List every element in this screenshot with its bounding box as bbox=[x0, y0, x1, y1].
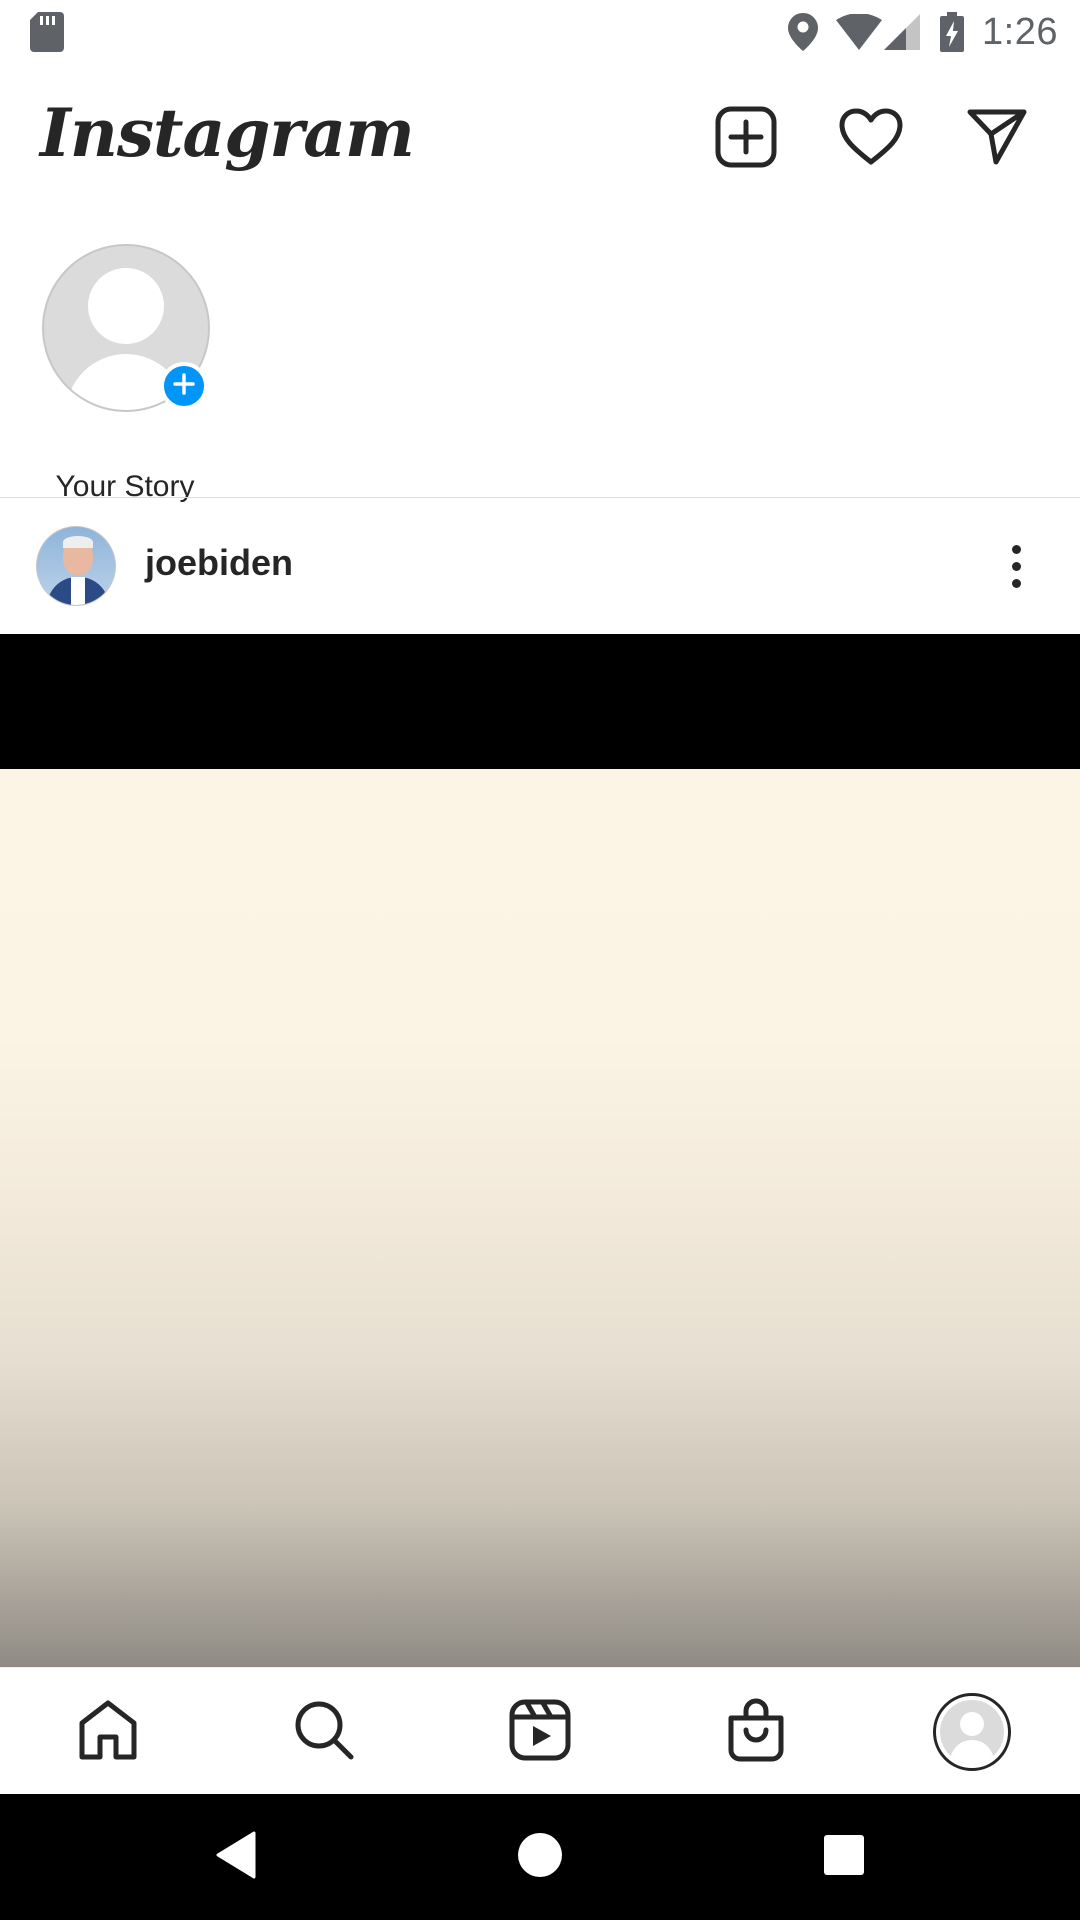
heart-icon bbox=[839, 108, 903, 171]
stories-tray: Your Story bbox=[0, 210, 1080, 503]
nav-profile-button[interactable] bbox=[932, 1692, 1012, 1772]
search-icon bbox=[293, 1699, 355, 1766]
wifi-icon bbox=[836, 14, 883, 50]
nav-reels-button[interactable] bbox=[500, 1692, 580, 1772]
post-image[interactable] bbox=[0, 769, 1080, 1667]
new-post-button[interactable] bbox=[711, 104, 781, 174]
instagram-logo[interactable]: Instagram bbox=[40, 94, 415, 172]
post-username[interactable]: joebiden bbox=[145, 542, 293, 584]
profile-icon bbox=[933, 1693, 1011, 1771]
post-author-avatar[interactable] bbox=[36, 526, 116, 606]
nav-shop-button[interactable] bbox=[716, 1692, 796, 1772]
app-header: Instagram bbox=[0, 64, 1080, 210]
direct-messages-button[interactable] bbox=[962, 104, 1032, 174]
back-icon bbox=[214, 1831, 258, 1884]
home-icon bbox=[76, 1699, 140, 1766]
more-vertical-icon bbox=[1011, 544, 1021, 554]
reels-icon bbox=[509, 1699, 571, 1766]
recents-icon bbox=[823, 1834, 865, 1881]
activity-button[interactable] bbox=[836, 104, 906, 174]
new-post-icon bbox=[715, 106, 777, 173]
add-story-button[interactable] bbox=[160, 362, 208, 410]
system-nav-bar bbox=[0, 1794, 1080, 1920]
plus-icon bbox=[173, 372, 195, 400]
status-time: 1:26 bbox=[982, 10, 1058, 53]
nav-search-button[interactable] bbox=[284, 1692, 364, 1772]
location-icon bbox=[788, 13, 819, 51]
status-bar: 1:26 bbox=[0, 0, 1080, 64]
system-back-button[interactable] bbox=[200, 1821, 272, 1893]
battery-charging-icon bbox=[940, 12, 965, 52]
home-circle-icon bbox=[517, 1832, 563, 1883]
shop-icon bbox=[726, 1698, 786, 1767]
post-options-button[interactable] bbox=[992, 536, 1040, 596]
nav-home-button[interactable] bbox=[68, 1692, 148, 1772]
bottom-nav bbox=[0, 1667, 1080, 1794]
post-header: joebiden bbox=[0, 498, 1080, 634]
avatar bbox=[940, 1700, 1004, 1764]
post-media[interactable] bbox=[0, 634, 1080, 1667]
sd-card-icon bbox=[30, 12, 64, 57]
cell-signal-icon bbox=[884, 14, 921, 50]
direct-message-icon bbox=[966, 108, 1028, 171]
system-recents-button[interactable] bbox=[808, 1821, 880, 1893]
system-home-button[interactable] bbox=[504, 1821, 576, 1893]
